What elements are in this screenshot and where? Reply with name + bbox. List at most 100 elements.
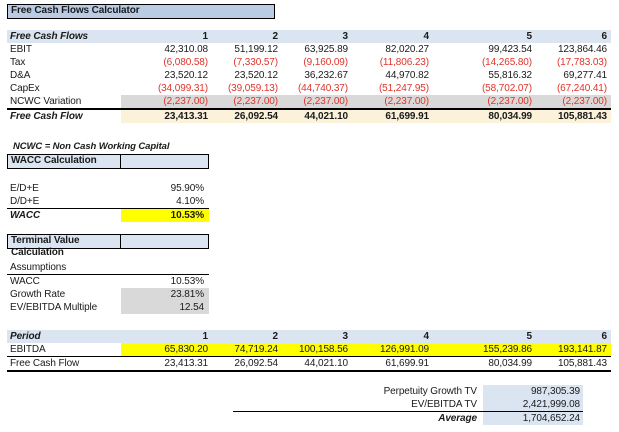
cell[interactable]: 65,830.20	[121, 343, 212, 356]
cell[interactable]: 123,864.46	[536, 43, 611, 56]
cell[interactable]: (11,806.23)	[352, 56, 433, 69]
cell[interactable]: 42,310.08	[121, 43, 212, 56]
cell[interactable]: (58,702.07)	[433, 82, 536, 95]
period-header[interactable]: 4	[352, 330, 433, 343]
period-header[interactable]: 5	[433, 330, 536, 343]
period-header[interactable]: 2	[212, 30, 282, 43]
cell[interactable]: 80,034.99	[433, 357, 536, 370]
period-header[interactable]: 4	[352, 30, 433, 43]
cell[interactable]: 2,421,999.08	[483, 398, 583, 411]
period-header[interactable]: 6	[536, 330, 611, 343]
cell[interactable]: 4.10%	[121, 195, 209, 208]
cell[interactable]: (14,265.80)	[433, 56, 536, 69]
cell[interactable]: (2,237.00)	[352, 95, 433, 108]
cell[interactable]: (2,237.00)	[282, 95, 352, 108]
row-label[interactable]: Free Cash Flow	[7, 357, 121, 370]
cell[interactable]: 61,699.91	[352, 357, 433, 370]
wacc-section-title[interactable]: WACC Calculation	[8, 155, 121, 168]
cell[interactable]: 69,277.41	[536, 69, 611, 82]
sheet-title[interactable]: Free Cash Flows Calculator	[7, 4, 275, 19]
fcf-table: Free Cash Flows 1 2 3 4 5 6 EBIT 42,310.…	[7, 30, 611, 123]
cell[interactable]: (34,099.31)	[121, 82, 212, 95]
row-label[interactable]: NCWC Variation	[7, 95, 121, 108]
cell[interactable]: 74,719.24	[212, 343, 282, 356]
period-header[interactable]: 5	[433, 30, 536, 43]
cell[interactable]: (17,783.03)	[536, 56, 611, 69]
table-row-ev-ebitda-multiple: EV/EBITDA Multiple 12.54	[7, 301, 209, 314]
period-header[interactable]: 3	[282, 330, 352, 343]
row-label[interactable]: Growth Rate	[7, 288, 121, 301]
cell[interactable]: 44,970.82	[352, 69, 433, 82]
cell[interactable]: (9,160.09)	[282, 56, 352, 69]
cell[interactable]: 26,092.54	[212, 110, 282, 123]
row-label[interactable]: CapEx	[7, 82, 121, 95]
cell[interactable]: 95.90%	[121, 182, 209, 195]
cell[interactable]: 1,704,652.24	[483, 412, 583, 425]
cell[interactable]: (2,237.00)	[121, 95, 212, 108]
cell[interactable]: 99,423.54	[433, 43, 536, 56]
cell[interactable]: 23,520.12	[121, 69, 212, 82]
cell[interactable]: 987,305.39	[483, 385, 583, 398]
cell[interactable]: 105,881.43	[536, 110, 611, 123]
cell[interactable]: 105,881.43	[536, 357, 611, 370]
cell[interactable]: 44,021.10	[282, 110, 352, 123]
table-row-wacc: WACC 10.53%	[7, 275, 209, 288]
cell[interactable]: 61,699.91	[352, 110, 433, 123]
row-label[interactable]: EBITDA	[7, 343, 121, 356]
cell[interactable]: 82,020.27	[352, 43, 433, 56]
row-label[interactable]: D/D+E	[7, 195, 121, 208]
empty-cell[interactable]	[121, 235, 208, 248]
table-row-ncwc: NCWC Variation (2,237.00) (2,237.00) (2,…	[7, 95, 611, 108]
row-label[interactable]: Average	[233, 412, 483, 425]
cell[interactable]: 23.81%	[121, 288, 209, 301]
row-label[interactable]: D&A	[7, 69, 121, 82]
row-label[interactable]: WACC	[7, 209, 121, 222]
cell[interactable]: (7,330.57)	[212, 56, 282, 69]
cell[interactable]: 10.53%	[121, 275, 209, 288]
cell[interactable]: 51,199.12	[212, 43, 282, 56]
cell[interactable]: (2,237.00)	[536, 95, 611, 108]
empty-cell[interactable]	[121, 155, 208, 168]
row-label[interactable]: Perpetuity Growth TV	[233, 385, 483, 398]
cell[interactable]: (2,237.00)	[212, 95, 282, 108]
period-header[interactable]: 6	[536, 30, 611, 43]
cell[interactable]: 23,520.12	[212, 69, 282, 82]
cell[interactable]: (67,240.41)	[536, 82, 611, 95]
tv-section-title[interactable]: Terminal Value Calculation	[8, 235, 121, 248]
cell[interactable]: 63,925.89	[282, 43, 352, 56]
summary-row-ev-ebitda-tv: EV/EBITDA TV 2,421,999.08	[233, 398, 583, 412]
cell[interactable]: 193,141.87	[536, 343, 611, 356]
cell[interactable]: 55,816.32	[433, 69, 536, 82]
period-header[interactable]: 1	[121, 330, 212, 343]
period-header[interactable]: 3	[282, 30, 352, 43]
cell[interactable]: (6,080.58)	[121, 56, 212, 69]
wacc-result-cell[interactable]: 10.53%	[121, 209, 209, 222]
cell[interactable]: 100,158.56	[282, 343, 352, 356]
cell[interactable]: 44,021.10	[282, 357, 352, 370]
period-header[interactable]: 1	[121, 30, 212, 43]
cell[interactable]: 26,092.54	[212, 357, 282, 370]
period-header[interactable]: 2	[212, 330, 282, 343]
row-label[interactable]: EV/EBITDA TV	[233, 398, 483, 411]
row-label[interactable]: WACC	[7, 275, 121, 288]
cell[interactable]: 155,239.86	[433, 343, 536, 356]
cell[interactable]: 23,413.31	[121, 357, 212, 370]
cell[interactable]: 12.54	[121, 301, 209, 314]
row-label[interactable]: Tax	[7, 56, 121, 69]
row-label[interactable]: E/D+E	[7, 182, 121, 195]
empty-cell[interactable]	[121, 261, 209, 274]
cell[interactable]: (2,237.00)	[433, 95, 536, 108]
period-table-title[interactable]: Period	[7, 330, 121, 343]
cell[interactable]: (39,059.13)	[212, 82, 282, 95]
assumptions-label[interactable]: Assumptions	[7, 261, 121, 274]
row-label[interactable]: EV/EBITDA Multiple	[7, 301, 121, 314]
cell[interactable]: (44,740.37)	[282, 82, 352, 95]
cell[interactable]: 23,413.31	[121, 110, 212, 123]
cell[interactable]: 36,232.67	[282, 69, 352, 82]
cell[interactable]: (51,247.95)	[352, 82, 433, 95]
row-label[interactable]: Free Cash Flow	[7, 110, 121, 123]
cell[interactable]: 80,034.99	[433, 110, 536, 123]
cell[interactable]: 126,991.09	[352, 343, 433, 356]
fcf-table-title[interactable]: Free Cash Flows	[7, 30, 121, 43]
row-label[interactable]: EBIT	[7, 43, 121, 56]
